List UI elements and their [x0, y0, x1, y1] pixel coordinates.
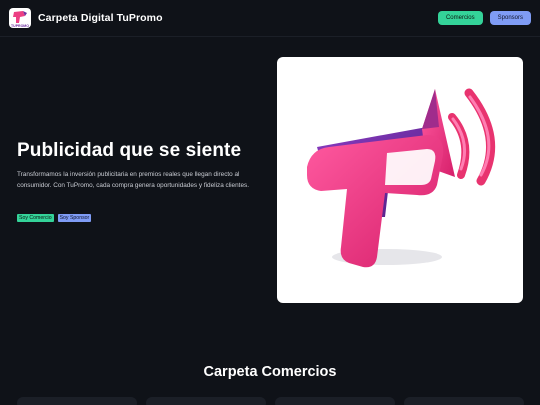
nav-buttons: Comercios Sponsors — [437, 11, 531, 25]
tupromo-logo-icon: TUPROMO — [9, 8, 31, 28]
hero-description: Transformamos la inversión publicitaria … — [17, 171, 249, 189]
brand[interactable]: TUPROMO Carpeta Digital TuPromo — [9, 8, 163, 28]
top-nav: TUPROMO Carpeta Digital TuPromo Comercio… — [0, 0, 540, 37]
comercio-card[interactable] — [275, 397, 395, 405]
hero-title: Publicidad que se siente — [17, 140, 242, 161]
soy-comercio-button[interactable]: Soy Comercio — [17, 214, 54, 222]
megaphone-logo-icon — [307, 88, 496, 268]
comercio-card[interactable] — [17, 397, 137, 405]
brand-name: Carpeta Digital TuPromo — [38, 12, 163, 24]
page: TUPROMO Carpeta Digital TuPromo Comercio… — [0, 0, 540, 405]
section-title: Carpeta Comercios — [203, 364, 337, 380]
hero-buttons: Soy Comercio Soy Sponsor — [17, 214, 92, 222]
comercio-card[interactable] — [146, 397, 266, 405]
soy-sponsor-button[interactable]: Soy Sponsor — [57, 214, 92, 222]
comercio-card[interactable] — [404, 397, 524, 405]
hero-image — [277, 57, 523, 303]
nav-comercios-button[interactable]: Comercios — [437, 11, 483, 25]
svg-text:TUPROMO: TUPROMO — [11, 24, 29, 28]
nav-sponsors-button[interactable]: Sponsors — [489, 11, 531, 25]
